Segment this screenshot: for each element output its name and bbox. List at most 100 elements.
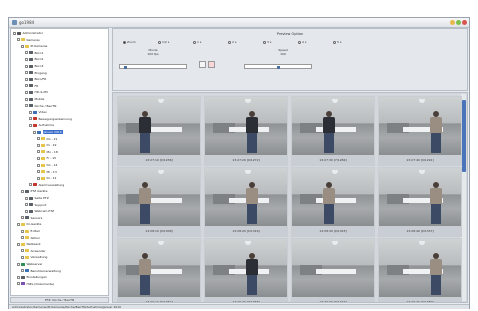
expander-icon[interactable]: [29, 110, 32, 114]
expander-icon[interactable]: [21, 236, 24, 240]
thumbnail[interactable]: 13:28:20 [0/1316]: [204, 167, 288, 237]
thumbnail[interactable]: 13:29:10 [0/1352]: [117, 238, 201, 302]
expander-icon[interactable]: [37, 170, 40, 174]
tree-item[interactable]: Alarmverwaltung: [29, 183, 64, 188]
expander-icon[interactable]: [21, 249, 24, 253]
tree-item[interactable]: Administrator: [13, 31, 43, 36]
expander-icon[interactable]: [33, 130, 36, 134]
tree-item[interactable]: Support: [25, 203, 46, 208]
camera-frame-image[interactable]: [118, 239, 200, 297]
expander-icon[interactable]: [37, 163, 40, 167]
expander-icon[interactable]: [17, 242, 20, 246]
interval-radio[interactable]: 4 s: [298, 40, 306, 44]
expander-icon[interactable]: [29, 183, 32, 187]
expander-icon[interactable]: [25, 64, 28, 68]
expander-icon[interactable]: [25, 71, 28, 75]
thumbnail[interactable]: 13:27:10 [0/1236]: [117, 96, 201, 166]
tree-item[interactable]: E-Mail: [21, 229, 40, 234]
tree-item[interactable]: FR: [25, 84, 38, 89]
thumbnail[interactable]: 13:28:40 [0/1337]: [378, 167, 462, 237]
interval-radio[interactable]: 1/2 s: [158, 40, 169, 44]
expander-icon[interactable]: [25, 90, 28, 94]
tree-item[interactable]: Aktion: [21, 236, 40, 241]
expander-icon[interactable]: [17, 262, 20, 266]
thumbnail[interactable]: 13:29:20 [0/1368]: [204, 238, 288, 302]
navigation-tree[interactable]: Administrator Kameras IP-Kameras Büro1 Büro2…: [10, 28, 109, 296]
expander-icon[interactable]: [25, 203, 28, 207]
expander-icon[interactable]: [17, 38, 20, 42]
expander-icon[interactable]: [21, 216, 24, 220]
radio-dot-icon[interactable]: [333, 40, 336, 44]
thumbnail[interactable]: 13:27:30 [7/1284]: [291, 96, 375, 166]
tree-item[interactable]: Fr - 15: [37, 156, 56, 161]
interval-radio[interactable]: 2 s: [228, 40, 236, 44]
camera-frame-image[interactable]: [379, 239, 461, 297]
interval-radio[interactable]: 3 s: [263, 40, 271, 44]
camera-frame-image[interactable]: [118, 168, 200, 226]
tree-item[interactable]: Hilfe (Dokumente): [17, 282, 54, 287]
maximize-button[interactable]: [456, 20, 461, 25]
tree-item[interactable]: Do - 21: [37, 137, 57, 142]
expander-icon[interactable]: [25, 84, 28, 88]
camera-frame-image[interactable]: [292, 168, 374, 226]
tree-item[interactable]: Bewegungserkennung: [29, 117, 72, 122]
speed-slider[interactable]: [244, 64, 312, 69]
tree-item[interactable]: Kameras: [17, 38, 40, 43]
tree-item[interactable]: Webcam PTZ: [25, 209, 54, 214]
tree-item[interactable]: Büro/FR: [25, 77, 46, 82]
expander-icon[interactable]: [13, 31, 16, 35]
tree-item[interactable]: Netzwerk: [17, 242, 41, 247]
interval-radio[interactable]: Zoom: [123, 40, 136, 44]
tree-item[interactable]: Video: [29, 110, 47, 115]
snapshot-button[interactable]: [199, 61, 206, 68]
tree-item[interactable]: Benutzerverwaltung: [21, 269, 61, 274]
expander-icon[interactable]: [25, 51, 28, 55]
tree-item[interactable]: PTZ Geräte: [21, 189, 47, 194]
expander-icon[interactable]: [25, 196, 28, 200]
tree-item[interactable]: Januar 2010: [33, 130, 63, 135]
radio-dot-icon[interactable]: [263, 40, 266, 44]
thumbnail[interactable]: 13:29:40 [0/1389]: [378, 238, 462, 302]
close-button[interactable]: [462, 20, 467, 25]
camera-frame-image[interactable]: [205, 239, 287, 297]
expander-icon[interactable]: [25, 104, 28, 108]
movie-slider[interactable]: [119, 64, 187, 69]
movie-slider-knob[interactable]: [124, 65, 127, 69]
camera-frame-image[interactable]: [205, 168, 287, 226]
expander-icon[interactable]: [37, 150, 40, 154]
expander-icon[interactable]: [25, 97, 28, 101]
tree-item[interactable]: Büro1: [25, 51, 43, 56]
expander-icon[interactable]: [29, 117, 32, 121]
tree-item[interactable]: Anwender: [21, 249, 46, 254]
tree-item[interactable]: Mi - 13: [37, 170, 57, 175]
tree-item[interactable]: Sensors: [21, 216, 42, 221]
expander-icon[interactable]: [17, 222, 20, 226]
camera-frame-image[interactable]: [292, 239, 374, 297]
tree-item[interactable]: Mo - 18: [37, 150, 58, 155]
radio-dot-icon[interactable]: [298, 40, 301, 44]
expander-icon[interactable]: [37, 137, 40, 141]
expander-icon[interactable]: [25, 77, 28, 81]
expander-icon[interactable]: [21, 189, 24, 193]
delete-button[interactable]: [208, 61, 215, 68]
camera-frame-image[interactable]: [379, 97, 461, 155]
tree-item[interactable]: Einstellungen: [17, 275, 47, 280]
thumbnail[interactable]: 13:29:30 [0/1374]: [291, 238, 375, 302]
radio-dot-icon[interactable]: [228, 40, 231, 44]
tree-item[interactable]: Verwaltung: [21, 255, 47, 260]
tree-item[interactable]: Aufnahme: [29, 123, 54, 128]
expander-icon[interactable]: [25, 209, 28, 213]
expander-icon[interactable]: [37, 156, 40, 160]
minimize-button[interactable]: [450, 20, 455, 25]
tree-item[interactable]: IP-Kameras: [21, 44, 47, 49]
speed-slider-knob[interactable]: [277, 65, 280, 69]
interval-radio[interactable]: 1 s: [193, 40, 201, 44]
thumbnail[interactable]: 13:27:20 [0/1272]: [204, 96, 288, 166]
tree-item[interactable]: IO-Geräte: [17, 222, 41, 227]
camera-frame-image[interactable]: [118, 97, 200, 155]
camera-frame-image[interactable]: [292, 97, 374, 155]
tree-item[interactable]: Büro2: [25, 57, 43, 62]
expander-icon[interactable]: [17, 282, 20, 286]
radio-dot-icon[interactable]: [123, 40, 126, 44]
tree-item[interactable]: Küche / BeoTN: [25, 104, 56, 109]
